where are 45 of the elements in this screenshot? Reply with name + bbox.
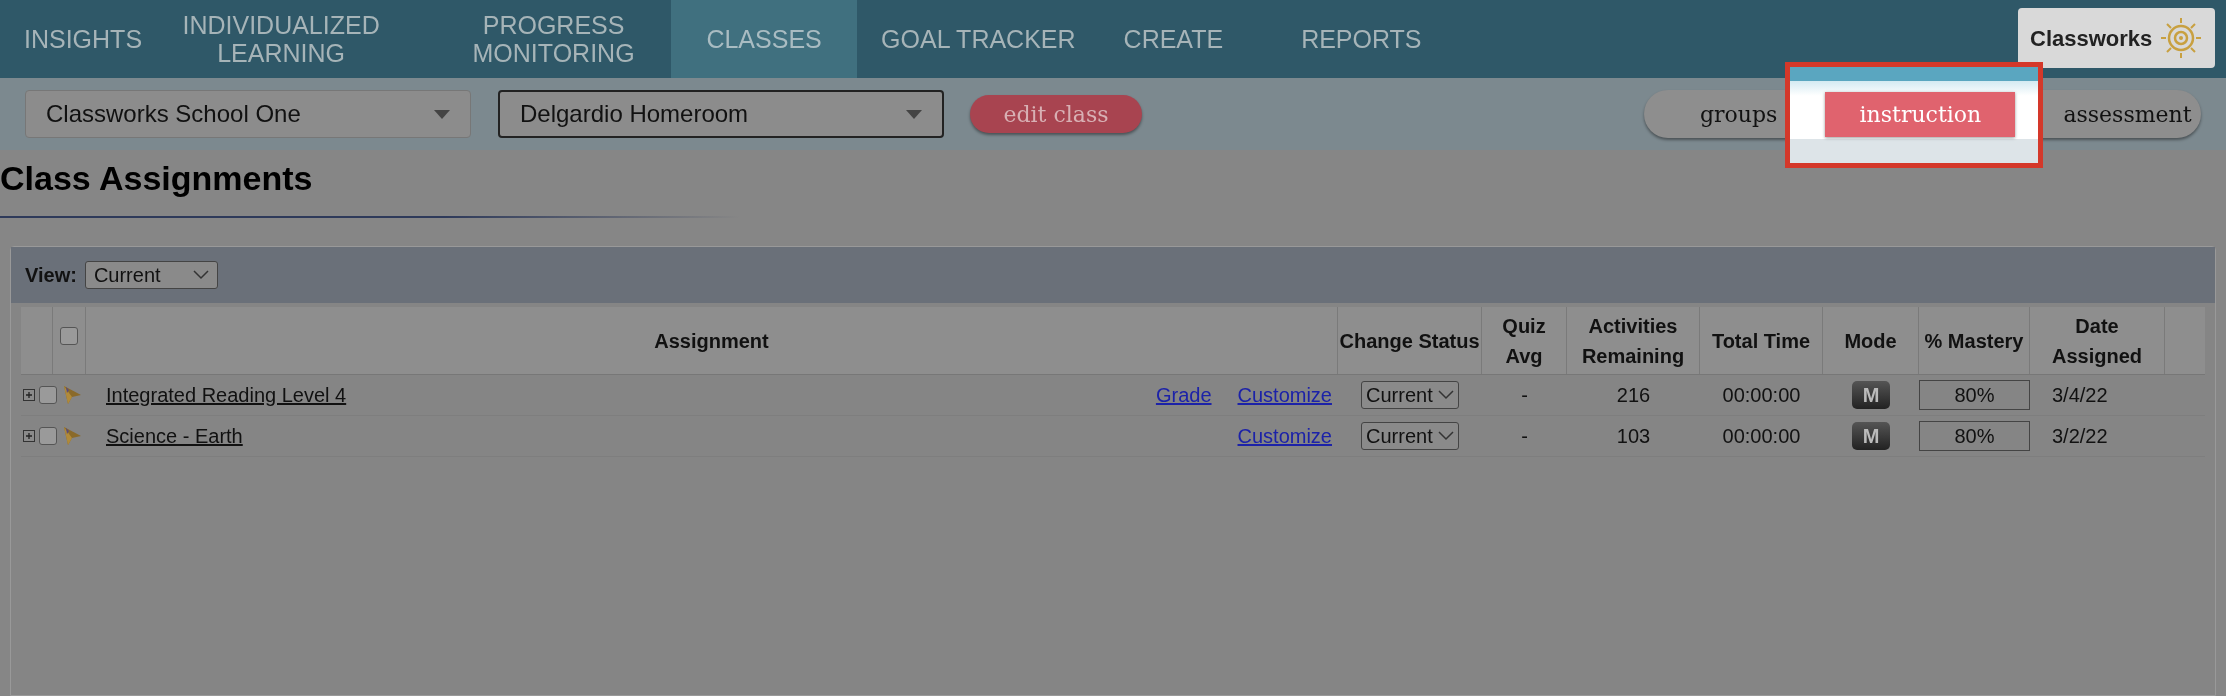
mode-button[interactable]: M: [1852, 422, 1890, 450]
nav-tab[interactable]: INSIGHTS: [0, 0, 167, 78]
column-header: Mode: [1823, 307, 1919, 374]
nav-tab[interactable]: GOAL TRACKER: [857, 0, 1100, 78]
logo[interactable]: Classworks: [2018, 8, 2215, 68]
column-header: Activities Remaining: [1567, 307, 1700, 374]
nav-tab[interactable]: CREATE: [1099, 0, 1248, 78]
logo-text: Classworks: [2030, 24, 2153, 53]
column-header: Change Status: [1338, 307, 1482, 374]
status-dropdown[interactable]: Current: [1361, 381, 1459, 409]
table-cell-text: -: [1520, 424, 1529, 449]
table-cell-text: 3/4/22: [2051, 383, 2109, 408]
edit-class-button[interactable]: edit class: [970, 95, 1142, 133]
table-cell-text: 103: [1615, 424, 1652, 449]
table-cell-text: 00:00:00: [1721, 424, 1802, 449]
nav-tab[interactable]: INDIVIDUALIZED LEARNING: [166, 0, 397, 78]
table-cell-text: 00:00:00: [1721, 383, 1802, 408]
customize-link[interactable]: Customize: [1237, 421, 1332, 451]
table-cell-text: 216: [1615, 383, 1652, 408]
nav-tab[interactable]: CLASSES: [671, 0, 858, 78]
page-title: Class Assignments: [0, 158, 314, 198]
view-toggle-option[interactable]: groups: [1692, 91, 1786, 137]
mastery-value: 80%: [1919, 380, 2030, 410]
nav-tab[interactable]: PROGRESS MONITORING: [436, 0, 672, 78]
status-dropdown[interactable]: Current: [1361, 422, 1459, 450]
column-header: Total Time: [1700, 307, 1823, 374]
nav-tab[interactable]: REPORTS: [1277, 0, 1446, 78]
customize-link[interactable]: Customize: [1237, 380, 1332, 410]
assignment-link[interactable]: Integrated Reading Level 4: [106, 380, 347, 410]
view-label: View:: [25, 263, 77, 288]
grade-link[interactable]: Grade: [1155, 380, 1212, 410]
column-header: % Mastery: [1919, 307, 2030, 374]
view-dropdown[interactable]: Current: [84, 261, 218, 289]
view-toggle-option[interactable]: assessment: [2055, 91, 2200, 137]
column-header: Date Assigned: [2030, 307, 2165, 374]
column-header: Assignment: [86, 307, 1338, 374]
table-cell-text: 3/2/22: [2051, 424, 2109, 449]
view-toggle-option[interactable]: instruction: [1825, 91, 2016, 137]
column-header: Quiz Avg: [1482, 307, 1567, 374]
school-dropdown[interactable]: Classworks School One: [25, 90, 471, 138]
table-cell-text: -: [1520, 383, 1529, 408]
assignment-link[interactable]: Science - Earth: [106, 421, 243, 451]
mastery-value: 80%: [1919, 421, 2030, 451]
mode-button[interactable]: M: [1852, 381, 1890, 409]
class-dropdown[interactable]: Delgardio Homeroom: [498, 90, 944, 138]
